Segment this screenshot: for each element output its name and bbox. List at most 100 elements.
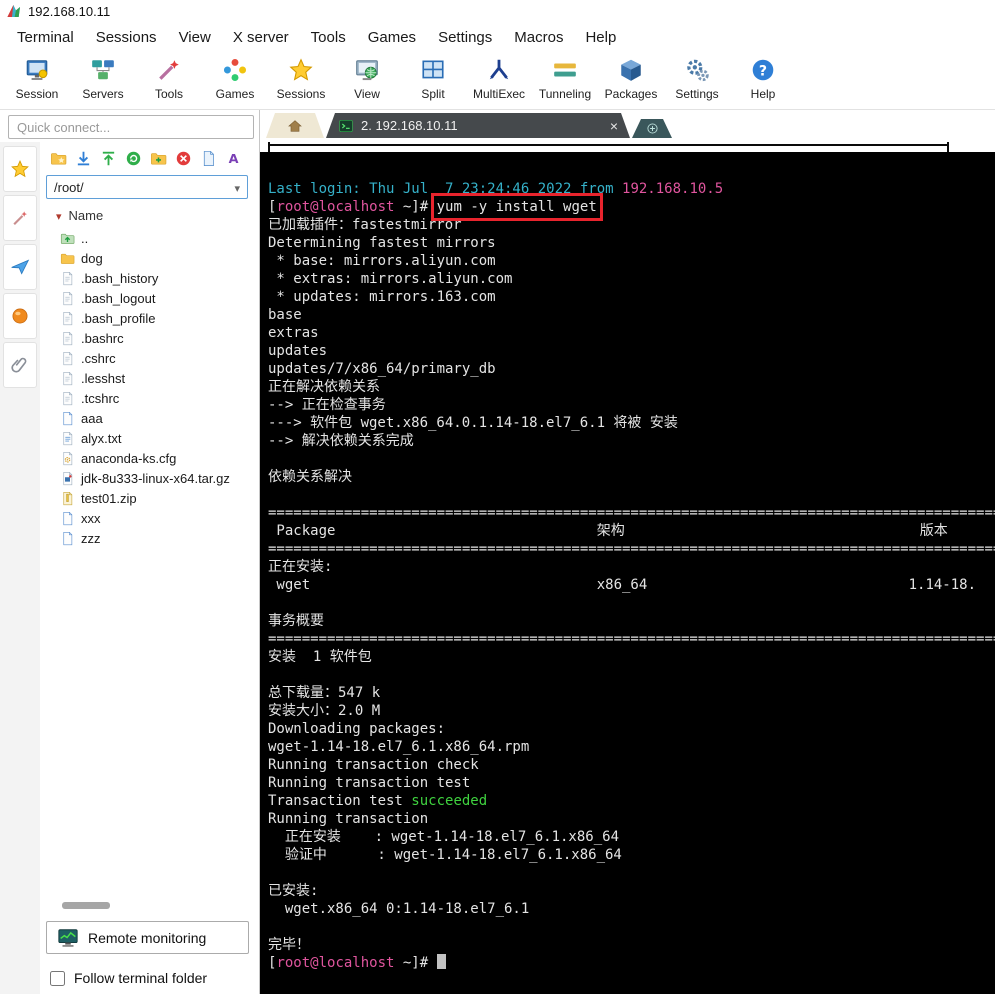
file-icon xyxy=(60,371,75,386)
new-folder-icon xyxy=(150,150,167,167)
new-file-icon xyxy=(200,150,217,167)
archive-file-icon xyxy=(60,471,75,486)
path-dropdown[interactable]: /root/ xyxy=(46,175,248,199)
follow-terminal-folder-checkbox[interactable] xyxy=(50,970,65,986)
file-item[interactable]: anaconda-ks.cfg xyxy=(46,448,255,468)
toolbar-button-tunneling[interactable]: Tunneling xyxy=(532,52,598,101)
file-item[interactable]: .bash_profile xyxy=(46,308,255,328)
file-item[interactable]: .lesshst xyxy=(46,368,255,388)
toolbar-button-label: Packages xyxy=(604,87,658,101)
upload-button[interactable] xyxy=(98,148,119,169)
toolbar-button-label: View xyxy=(354,87,380,101)
encoding-button[interactable] xyxy=(223,148,244,169)
file-item[interactable]: test01.zip xyxy=(46,488,255,508)
terminal-text: ---> 软件包 wget.x86_64.0.1.14-18.el7_6.1 将… xyxy=(268,415,678,431)
terminal-line: Determining fastest mirrors xyxy=(268,234,995,252)
terminal-text: 安装大小：2.0 M xyxy=(268,703,381,719)
menu-item-view[interactable]: View xyxy=(168,25,222,50)
file-item[interactable]: xxx xyxy=(46,508,255,528)
doc-icon xyxy=(60,511,75,526)
menu-item-macros[interactable]: Macros xyxy=(503,25,574,50)
side-tab-attachments[interactable] xyxy=(3,342,37,388)
side-tab-macros[interactable] xyxy=(3,244,37,290)
remote-monitoring-icon xyxy=(57,927,79,949)
refresh-icon xyxy=(125,150,142,167)
file-item[interactable]: .. xyxy=(46,228,255,248)
split-icon xyxy=(420,57,446,83)
file-icon xyxy=(60,271,75,286)
menu-item-sessions[interactable]: Sessions xyxy=(85,25,168,50)
file-name: .bash_profile xyxy=(81,310,156,326)
side-tab-xserver[interactable] xyxy=(3,293,37,339)
toolbar-button-session[interactable]: Session xyxy=(4,52,70,101)
terminal-line: Package 架构 版本 xyxy=(268,522,995,540)
sessions-star-icon xyxy=(10,159,30,179)
terminal-output[interactable]: Last login: Thu Jul 7 23:24:46 2022 from… xyxy=(260,152,995,994)
terminal-line: 正在安装: xyxy=(268,558,995,576)
menu-item-x-server[interactable]: X server xyxy=(222,25,300,50)
terminal-line: * extras: mirrors.aliyun.com xyxy=(268,270,995,288)
menu-item-terminal[interactable]: Terminal xyxy=(6,25,85,50)
toolbar-button-sessions[interactable]: Sessions xyxy=(268,52,334,101)
packages-icon xyxy=(618,57,644,83)
toolbar-button-split[interactable]: Split xyxy=(400,52,466,101)
follow-terminal-folder-label: Follow terminal folder xyxy=(74,970,208,986)
refresh-button[interactable] xyxy=(123,148,144,169)
terminal-line: [root@localhost ~]# yum -y install wget xyxy=(268,193,995,221)
terminal-line: Last login: Thu Jul 7 23:24:46 2022 from… xyxy=(268,180,995,198)
file-item[interactable]: .bash_logout xyxy=(46,288,255,308)
menu-item-tools[interactable]: Tools xyxy=(300,25,357,50)
menu-item-settings[interactable]: Settings xyxy=(427,25,503,50)
close-tab-icon[interactable] xyxy=(610,119,618,133)
file-item[interactable]: .cshrc xyxy=(46,348,255,368)
terminal-text: ~]# xyxy=(394,199,437,215)
tab-active-session[interactable]: 2. 192.168.10.11 xyxy=(326,113,630,138)
file-name: .. xyxy=(81,230,89,246)
new-file-button[interactable] xyxy=(198,148,219,169)
side-tab-sessions[interactable] xyxy=(3,146,37,192)
file-item[interactable]: .bash_history xyxy=(46,268,255,288)
terminal-line: * base: mirrors.aliyun.com xyxy=(268,252,995,270)
terminal-line: ---> 软件包 wget.x86_64.0.1.14-18.el7_6.1 将… xyxy=(268,414,995,432)
toolbar-button-servers[interactable]: Servers xyxy=(70,52,136,101)
file-item[interactable]: aaa xyxy=(46,408,255,428)
toolbar-button-settings[interactable]: Settings xyxy=(664,52,730,101)
sidebar: /root/ Name .. dog .bash_history .bash_logo… xyxy=(0,110,260,994)
quick-connect-input[interactable] xyxy=(8,115,254,139)
toolbar-button-multiexec[interactable]: MultiExec xyxy=(466,52,532,101)
file-item[interactable]: alyx.txt xyxy=(46,428,255,448)
terminal-text: Running transaction check xyxy=(268,757,479,773)
window-title: 192.168.10.11 xyxy=(28,3,111,19)
file-item[interactable]: dog xyxy=(46,248,255,268)
side-tab-tools[interactable] xyxy=(3,195,37,241)
file-item[interactable]: .tcshrc xyxy=(46,388,255,408)
file-item[interactable]: .bashrc xyxy=(46,328,255,348)
terminal-line: wget x86_64 1.14-18. xyxy=(268,576,995,594)
file-name: anaconda-ks.cfg xyxy=(81,450,177,466)
file-list-header[interactable]: Name xyxy=(46,201,255,228)
terminal-line: ========================================… xyxy=(268,540,995,558)
toolbar-button-tools[interactable]: Tools xyxy=(136,52,202,101)
macros-plane-icon xyxy=(10,257,30,277)
download-button[interactable] xyxy=(73,148,94,169)
toolbar-button-help[interactable]: Help xyxy=(730,52,796,101)
new-folder-button[interactable] xyxy=(148,148,169,169)
disconnect-button[interactable] xyxy=(173,148,194,169)
terminal-tab-icon xyxy=(338,118,354,134)
bookmarks-button[interactable] xyxy=(48,148,69,169)
menu-item-games[interactable]: Games xyxy=(357,25,427,50)
session-icon xyxy=(24,57,50,83)
file-item[interactable]: jdk-8u333-linux-x64.tar.gz xyxy=(46,468,255,488)
terminal-line: 正在安装 : wget-1.14-18.el7_6.1.x86_64 xyxy=(268,828,995,846)
remote-monitoring-button[interactable]: Remote monitoring xyxy=(46,921,249,954)
terminal-text: 总下载量：547 k xyxy=(268,685,381,701)
menu-item-help[interactable]: Help xyxy=(574,25,627,50)
toolbar-button-view[interactable]: View xyxy=(334,52,400,101)
tab-home[interactable] xyxy=(266,113,324,138)
new-tab-button[interactable] xyxy=(632,119,672,138)
toolbar-button-games[interactable]: Games xyxy=(202,52,268,101)
toolbar-button-packages[interactable]: Packages xyxy=(598,52,664,101)
terminal-text: 安装 1 软件包 xyxy=(268,649,372,665)
file-item[interactable]: zzz xyxy=(46,528,255,548)
horizontal-scrollbar-thumb[interactable] xyxy=(62,902,110,909)
